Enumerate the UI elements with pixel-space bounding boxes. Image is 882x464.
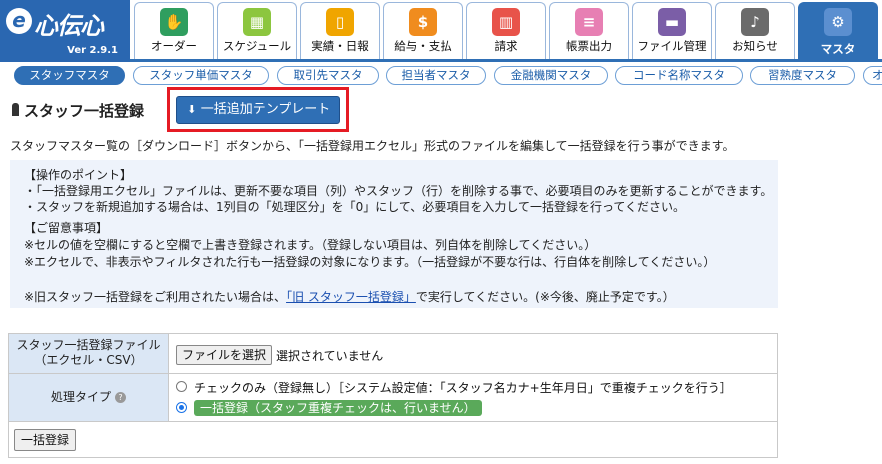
sub-nav: スタッフマスタ スタッフ単価マスタ 取引先マスタ 担当者マスタ 金融機関マスタ … (14, 66, 882, 86)
tab-label: 給与・支払 (394, 39, 452, 53)
notes-heading: 【ご留意事項】 (24, 221, 109, 235)
tab-label: ファイル管理 (637, 39, 707, 53)
download-icon: ⬇ (187, 103, 197, 116)
tab-schedule[interactable]: ▦ スケジュール (217, 2, 297, 59)
bulk-register-submit-button[interactable]: 一括登録 (14, 429, 77, 451)
tab-order[interactable]: ✋ オーダー (134, 2, 214, 59)
folder-icon: ▬ (658, 8, 686, 36)
tab-results-report[interactable]: ▯ 実績・日報 (300, 2, 380, 59)
papers-icon: ≡ (575, 8, 603, 36)
file-label: スタッフ一括登録ファイル （エクセル・CSV） (9, 334, 169, 373)
tab-label: オーダー (151, 39, 197, 53)
database-gear-icon: ⚙ (824, 8, 852, 36)
legacy-suffix: で実行してください。(※今後、廃止予定です。） (415, 290, 675, 304)
type-label: 処理タイプ? (9, 374, 169, 421)
file-label-line1: スタッフ一括登録ファイル (16, 338, 161, 352)
tab-forms-output[interactable]: ≡ 帳票出力 (549, 2, 629, 59)
subtab-bank-master[interactable]: 金融機関マスタ (494, 66, 608, 85)
logo-mark: e (6, 8, 32, 34)
app-logo[interactable]: e 心伝心 Ver 2.9.1 (0, 0, 130, 62)
tab-label: お知らせ (732, 39, 778, 53)
bulk-template-button[interactable]: ⬇ 一括追加テンプレート (176, 96, 340, 124)
person-coin-icon: $ (409, 8, 437, 36)
page-title: スタッフ一括登録 (24, 102, 145, 120)
app-version: Ver 2.9.1 (67, 45, 118, 56)
page-description: スタッフマスター覧の［ダウンロード］ボタンから、「一括登録用エクセル」形式のファ… (10, 139, 735, 153)
subtab-client-master[interactable]: 取引先マスタ (277, 66, 379, 85)
tab-billing[interactable]: ▥ 請求 (466, 2, 546, 59)
tab-label: マスタ (820, 42, 856, 56)
handshake-icon: ✋ (160, 8, 188, 36)
subtab-proficiency-master[interactable]: 習熟度マスタ (750, 66, 855, 85)
file-cell: ファイルを選択 選択されていません (170, 334, 777, 373)
point-2: ・スタッフを新規追加する場合は、1列目の「処理区分」を「0」にして、必要項目を入… (24, 200, 685, 214)
tab-file-management[interactable]: ▬ ファイル管理 (632, 2, 712, 59)
calendar-icon: ▦ (243, 8, 271, 36)
tab-label: 実績・日報 (311, 39, 369, 53)
option-check-only-label[interactable]: チェックのみ（登録無し）［システム設定値：「スタッフ名カナ+生年月日」で重複チェ… (194, 379, 732, 396)
info-panel: 【操作のポイント】 ・「一括登録用エクセル」ファイルは、更新不要な項目（列）やス… (10, 160, 778, 308)
submit-row: 一括登録 (9, 422, 777, 457)
subtab-staff-master[interactable]: スタッフマスタ (14, 66, 125, 85)
type-cell: チェックのみ（登録無し）［システム設定値：「スタッフ名カナ+生年月日」で重複チェ… (170, 374, 777, 421)
subtab-contact-master[interactable]: 担当者マスタ (386, 66, 486, 85)
tab-payroll[interactable]: $ 給与・支払 (383, 2, 463, 59)
type-label-text: 処理タイプ (50, 390, 111, 404)
option-bulk-register-label[interactable]: 一括登録（スタッフ重複チェックは、行いません） (194, 400, 482, 416)
book-icon: ▯ (326, 8, 354, 36)
logo-text: 心伝心 (34, 12, 104, 40)
legacy-prefix: ※旧スタッフ一括登録をご利用されたい場合は、 (24, 290, 287, 304)
help-icon[interactable]: ? (115, 392, 126, 403)
template-button-label: 一括追加テンプレート (200, 102, 331, 117)
subtab-staff-rate-master[interactable]: スタッフ単価マスタ (133, 66, 269, 85)
tab-label: 請求 (494, 39, 518, 53)
tab-notices[interactable]: ♪ お知らせ (715, 2, 795, 59)
note-2: ※エクセルで、非表示やフィルタされた行も一括登録の対象になります。（一括登録が不… (24, 255, 716, 269)
bell-icon: ♪ (741, 8, 769, 36)
subtab-code-name-master[interactable]: コード名称マスタ (615, 66, 743, 85)
radio-check-only[interactable] (176, 381, 187, 392)
tab-label: スケジュール (222, 39, 292, 53)
app-header: e 心伝心 Ver 2.9.1 ✋ オーダー ▦ スケジュール ▯ 実績・日報 … (0, 0, 882, 62)
point-1: ・「一括登録用エクセル」ファイルは、更新不要な項目（列）やスタッフ（行）を削除す… (24, 184, 773, 198)
file-label-line2: （エクセル・CSV） (34, 353, 143, 367)
title-bullet-icon (12, 103, 19, 116)
tab-label: 帳票出力 (566, 39, 612, 53)
points-heading: 【操作のポイント】 (24, 168, 133, 182)
radio-bulk-register[interactable] (176, 402, 187, 413)
choose-file-button[interactable]: ファイルを選択 (176, 345, 273, 365)
file-status: 選択されていません (276, 349, 384, 363)
bulk-register-form: スタッフ一括登録ファイル （エクセル・CSV） ファイルを選択 選択されていませ… (8, 333, 778, 458)
note-1: ※セルの値を空欄にすると空欄で上書き登録されます。（登録しない項目は、列自体を削… (24, 238, 597, 252)
legacy-bulk-link[interactable]: 「旧 スタッフ一括登録」 (286, 290, 416, 304)
file-row: スタッフ一括登録ファイル （エクセル・CSV） ファイルを選択 選択されていませ… (9, 334, 777, 374)
legacy-note: ※旧スタッフ一括登録をご利用されたい場合は、「旧 スタッフ一括登録」で実行してく… (24, 288, 675, 305)
type-row: 処理タイプ? チェックのみ（登録無し）［システム設定値：「スタッフ名カナ+生年月… (9, 374, 777, 422)
building-icon: ▥ (492, 8, 520, 36)
subtab-more[interactable]: オ (863, 66, 882, 85)
tab-master[interactable]: ⚙ マスタ (798, 2, 878, 62)
